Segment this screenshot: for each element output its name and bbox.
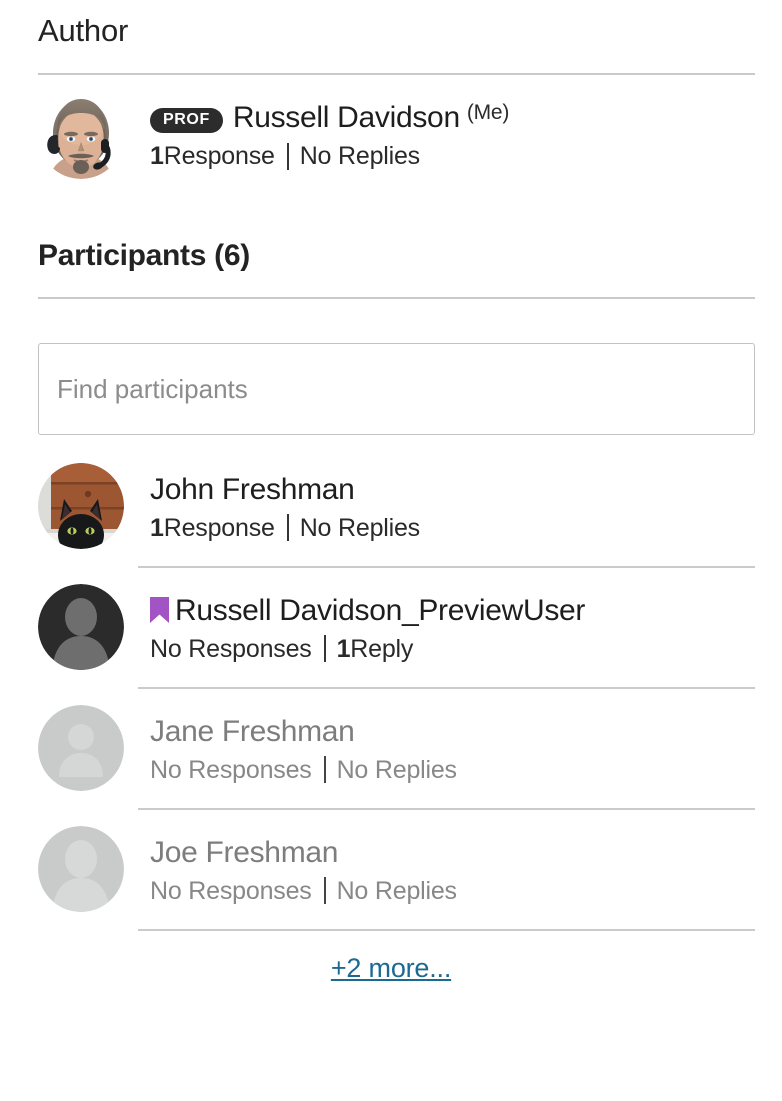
page-title: Author	[38, 13, 129, 48]
participant-replies-label: No Replies	[336, 755, 457, 784]
participant-responses-label: No Responses	[150, 755, 312, 784]
count-separator	[323, 635, 326, 663]
author-name-line: PROF Russell Davidson (Me)	[150, 101, 782, 136]
participant-name[interactable]: Joe Freshman	[150, 836, 338, 871]
participant-counts-line: 1 Response No Replies	[150, 513, 782, 543]
count-separator	[286, 142, 289, 170]
show-more-link[interactable]: +2 more...	[331, 953, 452, 983]
participant-responses-label: Response	[163, 513, 275, 542]
participant-info-col: Russell Davidson_PreviewUser No Response…	[128, 584, 782, 664]
list-item[interactable]: Jane Freshman No Responses No Replies	[0, 705, 782, 792]
participant-name[interactable]: Jane Freshman	[150, 715, 355, 750]
participant-avatar-col	[38, 584, 128, 671]
status-badge: PROF	[150, 108, 223, 134]
participant-replies-label: No Replies	[336, 876, 457, 905]
avatar-silhouette-dark	[38, 584, 124, 671]
avatar-photo-man-headset	[38, 93, 124, 180]
author-replies-label: No Replies	[299, 142, 420, 171]
avatar-silhouette-light-head	[38, 826, 124, 913]
author-avatar-col	[38, 93, 128, 180]
participant-info-col: Joe Freshman No Responses No Replies	[128, 826, 782, 906]
participant-responses-count: 1	[150, 513, 164, 542]
participant-info-col: Jane Freshman No Responses No Replies	[128, 705, 782, 785]
participant-counts-line: No Responses No Replies	[150, 755, 782, 785]
count-separator	[323, 756, 326, 784]
participant-name-line: Jane Freshman	[150, 715, 782, 750]
participant-responses-label: No Responses	[150, 876, 312, 905]
participant-avatar-col	[38, 705, 128, 792]
list-item[interactable]: Russell Davidson_PreviewUser No Response…	[0, 584, 782, 671]
participants-title: Participants (6)	[38, 239, 250, 273]
participant-info-col: John Freshman 1 Response No Replies	[128, 463, 782, 543]
author-name[interactable]: Russell Davidson	[233, 101, 460, 136]
participants-search-wrap	[0, 343, 782, 436]
count-separator	[286, 514, 289, 542]
participant-avatar-col	[38, 463, 128, 550]
participant-name[interactable]: Russell Davidson_PreviewUser	[175, 594, 585, 629]
author-participants-panel: Author PROF Russell Davidson (Me) 1 Resp…	[0, 0, 782, 1101]
avatar-silhouette-light-person	[38, 705, 124, 792]
participant-name[interactable]: John Freshman	[150, 473, 355, 508]
author-section-header: Author	[0, 0, 782, 48]
bookmark-icon	[150, 597, 169, 624]
avatar-photo-cat	[38, 463, 124, 550]
participant-name-line: Russell Davidson_PreviewUser	[150, 594, 782, 629]
author-info-col: PROF Russell Davidson (Me) 1 Response No…	[128, 93, 782, 171]
participant-replies-label: Reply	[350, 634, 414, 663]
list-item[interactable]: Joe Freshman No Responses No Replies	[0, 826, 782, 913]
count-separator	[323, 877, 326, 905]
participant-counts-line: No Responses No Replies	[150, 876, 782, 906]
participant-name-line: Joe Freshman	[150, 836, 782, 871]
participant-responses-label: No Responses	[150, 634, 312, 663]
participant-avatar-col	[38, 826, 128, 913]
participant-replies-count: 1	[336, 634, 351, 663]
participants-section-header: Participants (6)	[0, 239, 782, 272]
me-tag: (Me)	[466, 101, 510, 125]
participant-replies-label: No Replies	[299, 513, 420, 542]
more-participants-wrap: +2 more...	[0, 931, 782, 984]
participant-counts-line: No Responses 1 Reply	[150, 634, 782, 664]
author-row[interactable]: PROF Russell Davidson (Me) 1 Response No…	[0, 93, 782, 180]
list-item[interactable]: John Freshman 1 Response No Replies	[0, 463, 782, 550]
author-counts-line: 1 Response No Replies	[150, 141, 782, 171]
participant-name-line: John Freshman	[150, 473, 782, 508]
author-responses-label: Response	[163, 142, 275, 171]
author-responses-count: 1	[150, 142, 164, 171]
search-input[interactable]	[38, 343, 755, 436]
